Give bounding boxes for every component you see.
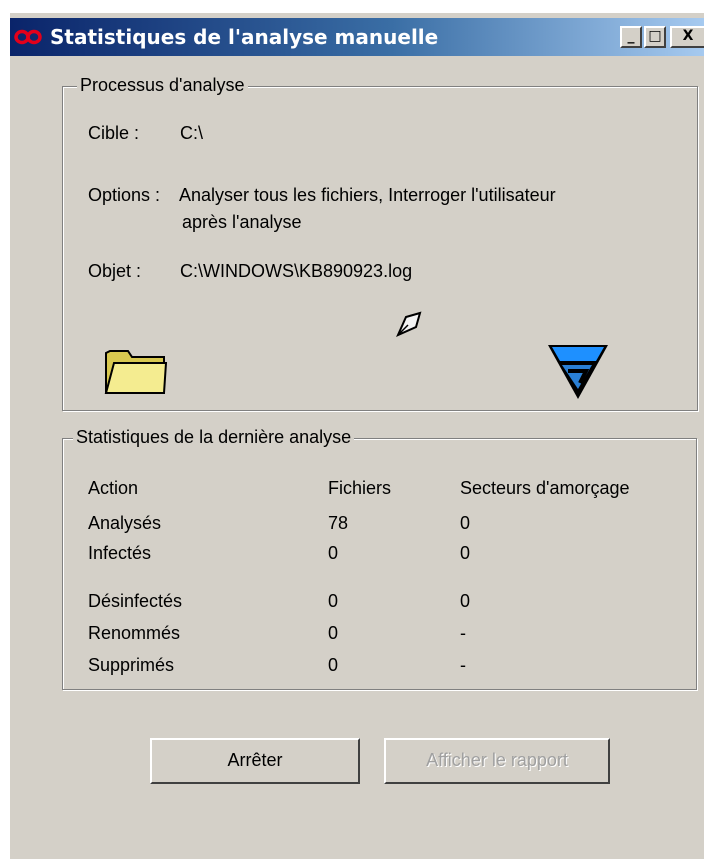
row-renamed-files: 0 — [328, 623, 339, 643]
target-label: Cible : — [88, 123, 140, 143]
options-label: Options : — [88, 185, 161, 205]
object-value: C:\WINDOWS\KB890923.log — [180, 261, 413, 281]
header-action: Action — [88, 478, 139, 498]
last-analysis-stats-legend: Statistiques de la dernière analyse — [73, 427, 355, 448]
minimize-button[interactable]: _ — [620, 26, 642, 48]
row-renamed-label: Renommés — [88, 623, 181, 643]
maximize-button[interactable]: □ — [644, 26, 666, 48]
vendor-logo-icon — [548, 345, 608, 399]
row-deleted-files: 0 — [328, 655, 339, 675]
dialog-window: Statistiques de l'analyse manuelle _ □ X… — [10, 13, 704, 859]
row-disinfected-files: 0 — [328, 591, 339, 611]
row-renamed-boot: - — [460, 623, 466, 643]
row-infected-label: Infectés — [88, 543, 152, 563]
options-value-line2: après l'analyse — [182, 212, 302, 232]
row-deleted-boot: - — [460, 655, 466, 675]
avira-infinity-icon — [14, 29, 42, 45]
target-value: C:\ — [180, 123, 204, 143]
last-analysis-stats-group: Statistiques de la dernière analyse — [62, 427, 697, 690]
show-report-button[interactable]: Afficher le rapport — [384, 738, 610, 784]
close-button[interactable]: X — [670, 26, 704, 48]
row-deleted-label: Supprimés — [88, 655, 175, 675]
folder-icon — [104, 350, 168, 394]
maximize-icon: □ — [648, 28, 662, 44]
row-scanned-files: 78 — [328, 513, 349, 533]
header-boot-sectors: Secteurs d'amorçage — [460, 478, 630, 498]
stop-button[interactable]: Arrêter — [150, 738, 360, 784]
minimize-icon: _ — [627, 28, 635, 44]
row-infected-boot: 0 — [460, 543, 471, 563]
cursor-icon — [396, 311, 422, 337]
title-bar[interactable]: Statistiques de l'analyse manuelle _ □ X — [10, 18, 704, 56]
row-disinfected-label: Désinfectés — [88, 591, 183, 611]
window-title: Statistiques de l'analyse manuelle — [50, 25, 439, 49]
header-files: Fichiers — [328, 478, 392, 498]
close-icon: X — [682, 28, 694, 44]
row-scanned-label: Analysés — [88, 513, 162, 533]
object-label: Objet : — [88, 261, 142, 281]
row-scanned-boot: 0 — [460, 513, 471, 533]
options-value-line1: Analyser tous les fichiers, Interroger l… — [179, 185, 556, 205]
analysis-process-legend: Processus d'analyse — [77, 75, 248, 96]
row-disinfected-boot: 0 — [460, 591, 471, 611]
row-infected-files: 0 — [328, 543, 339, 563]
